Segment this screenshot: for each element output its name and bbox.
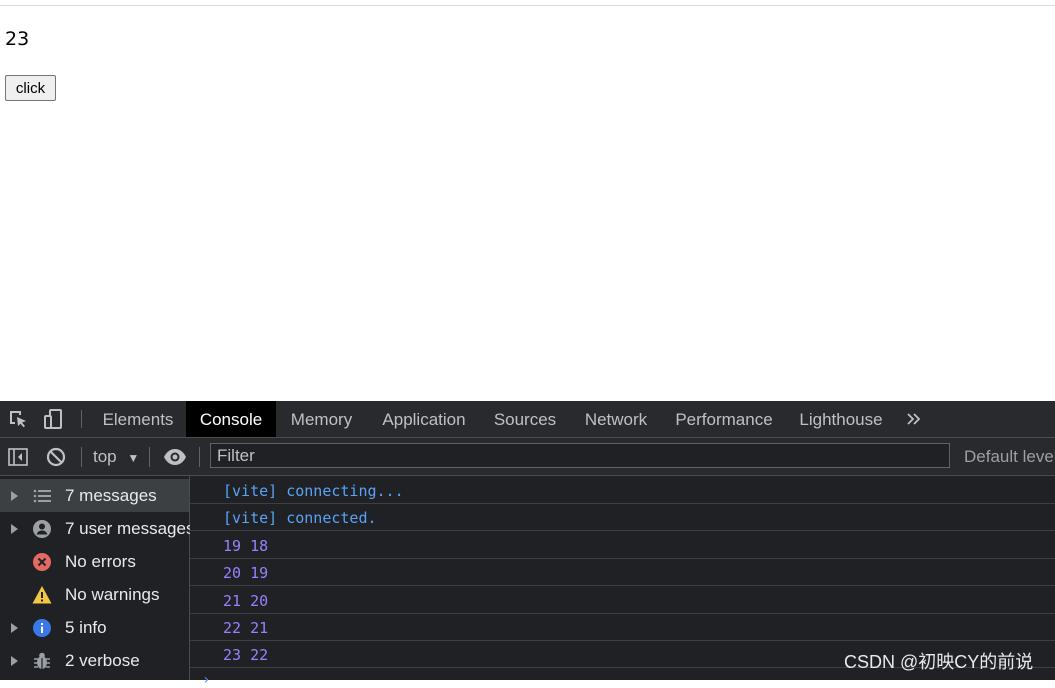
console-message[interactable]: 21 20 (190, 587, 1055, 614)
expand-arrow-icon[interactable] (11, 656, 18, 666)
info-icon (32, 618, 52, 638)
sidebar-item-warning[interactable]: No warnings (0, 578, 189, 611)
context-selector-label: top (93, 447, 117, 466)
eye-icon[interactable] (163, 447, 187, 467)
tabbar-divider (81, 410, 82, 428)
page-viewport: 23 click (0, 0, 1055, 401)
sidebar-item-label: No warnings (65, 585, 160, 604)
console-message[interactable]: [vite] connecting... (190, 477, 1055, 504)
sidebar-item-label: No errors (65, 552, 136, 571)
console-prompt-icon: › (202, 672, 211, 688)
devtools-panel: Elements Console Memory Application Sources N… (0, 401, 1055, 680)
toolbar-divider (149, 447, 150, 467)
tab-performance[interactable]: Performance (663, 401, 785, 437)
device-toolbar-icon[interactable] (43, 408, 65, 430)
sidebar-item-error[interactable]: No errors (0, 545, 189, 578)
sidebar-toggle-icon[interactable] (7, 446, 29, 468)
sidebar-item-bug[interactable]: 2 verbose (0, 644, 189, 677)
sidebar-item-label: 7 messages (65, 486, 157, 505)
list-icon (32, 486, 52, 506)
console-message-text: [vite] connected. (223, 509, 377, 528)
expand-arrow-icon[interactable] (11, 491, 18, 501)
tab-network[interactable]: Network (569, 401, 663, 437)
console-sidebar: 7 messages 7 user messages No errors No war… (0, 476, 194, 680)
console-message-text: 20 19 (223, 564, 269, 583)
expand-arrow-icon[interactable] (11, 524, 18, 534)
filter-input[interactable] (210, 443, 950, 468)
tab-lighthouse[interactable]: Lighthouse (785, 401, 897, 437)
tab-application[interactable]: Application (367, 401, 481, 437)
top-divider (0, 5, 1055, 6)
watermark: CSDN @初映CY的前说 (844, 652, 1034, 672)
console-message[interactable]: 20 19 (190, 559, 1055, 587)
warning-icon (32, 585, 52, 605)
user-icon (32, 519, 52, 539)
console-message-text: 21 20 (223, 591, 269, 610)
devtools-tab-bar: Elements Console Memory Application Sources N… (0, 401, 1055, 438)
console-message[interactable]: 19 18 (190, 532, 1055, 559)
sidebar-item-label: 5 info (65, 618, 107, 637)
tab-console[interactable]: Console (186, 401, 276, 437)
expand-arrow-icon[interactable] (11, 623, 18, 633)
tab-memory[interactable]: Memory (276, 401, 367, 437)
dropdown-arrow-icon: ▼ (127, 451, 140, 465)
console-message[interactable]: 22 21 (190, 614, 1055, 641)
console-toolbar: top ▼ Default levels (0, 438, 1055, 476)
log-levels-dropdown[interactable]: Default levels (964, 445, 1055, 469)
toolbar-divider (199, 447, 200, 467)
clear-console-icon[interactable] (45, 446, 67, 468)
sidebar-item-user[interactable]: 7 user messages (0, 512, 194, 545)
tab-elements[interactable]: Elements (90, 401, 186, 437)
error-icon (32, 552, 52, 572)
console-message-text: 22 21 (223, 619, 269, 637)
console-message-text: [vite] connecting... (223, 482, 404, 500)
chevrons-right-icon[interactable] (904, 410, 924, 428)
click-button[interactable]: click (5, 75, 56, 101)
bug-icon (32, 651, 52, 671)
counter-value: 23 (5, 28, 30, 50)
sidebar-item-label: 7 user messages (65, 519, 195, 538)
context-selector[interactable]: top ▼ (93, 445, 139, 469)
sidebar-item-label: 2 verbose (65, 651, 140, 670)
sidebar-item-info[interactable]: 5 info (0, 611, 189, 644)
sidebar-item-list[interactable]: 7 messages (0, 479, 189, 512)
console-message-text: 23 22 (223, 646, 269, 665)
toolbar-divider (81, 447, 82, 467)
console-message[interactable]: [vite] connected. (190, 504, 1055, 532)
inspect-element-icon[interactable] (7, 408, 29, 430)
console-message-text: 19 18 (223, 536, 269, 555)
tab-sources[interactable]: Sources (481, 401, 569, 437)
